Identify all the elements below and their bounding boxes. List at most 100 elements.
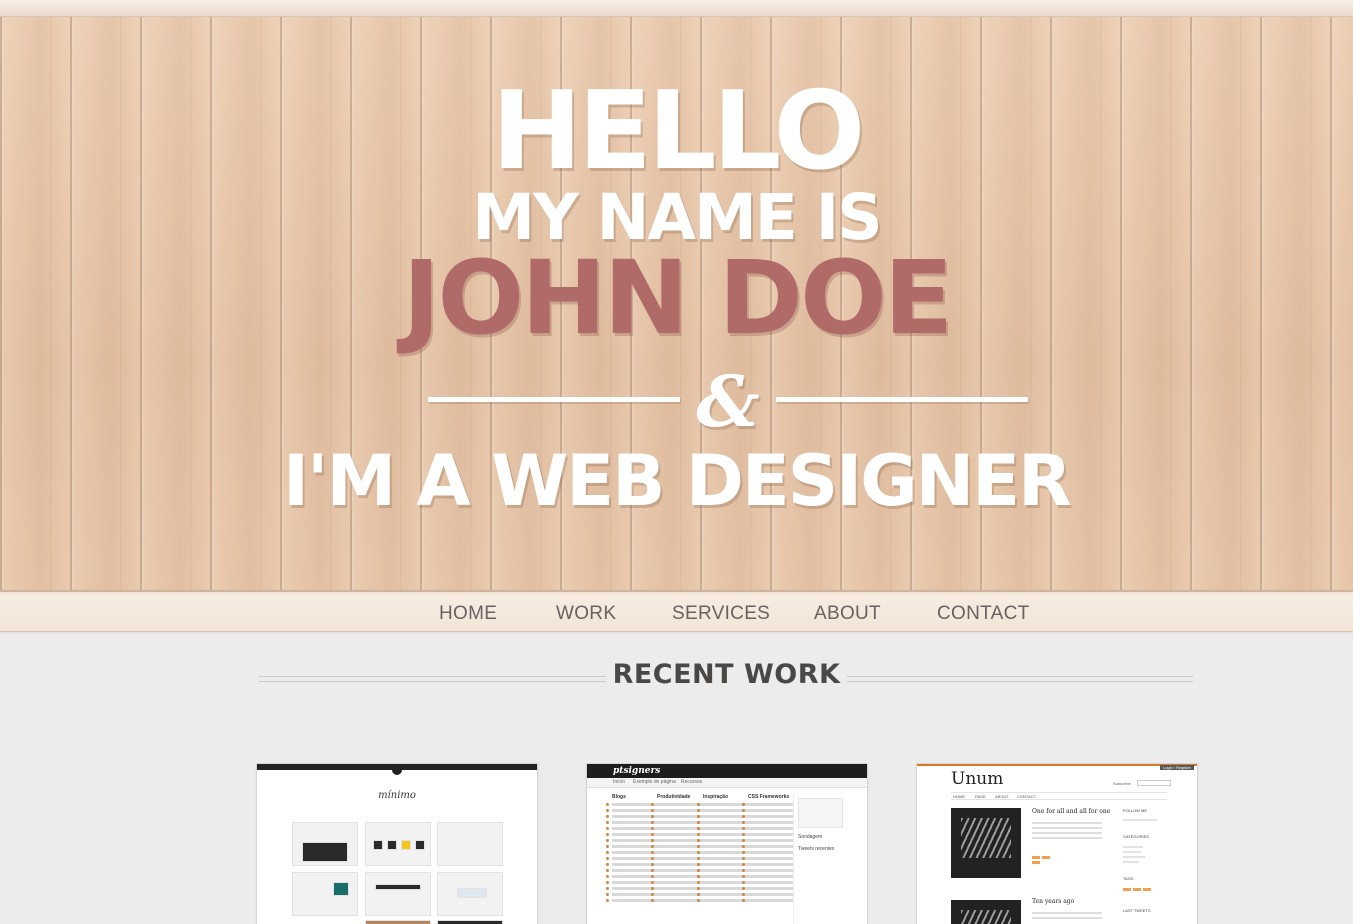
thumb-sidebar-title: CATEGORIES [1123,834,1149,839]
hero-banner: HELLO MY NAME IS JOHN DOE & I'M A WEB DE… [0,17,1353,590]
thumb-tile [375,884,421,890]
thumb-sidebar-line [1123,861,1139,863]
thumb-tag [1032,856,1040,859]
section-divider-left [259,676,606,682]
thumb-subnav-link: Recursos [681,779,703,785]
thumb-sidebar-title: FOLLOW ME [1123,808,1148,813]
thumb-line [742,863,794,866]
thumb-nav-link: CONTACT [1017,794,1037,799]
thumb-line [742,899,794,902]
thumb-nav-link: PAGE [975,794,986,799]
thumb-text-line [1032,832,1102,834]
thumb-text-line [1032,827,1102,829]
thumb-tag [1123,888,1131,891]
thumb-post-image [951,900,1021,924]
thumb-ad-box [798,798,843,828]
thumb-sidebar-line [1123,851,1141,853]
thumb-sidebar-line [1123,856,1145,858]
thumb-text-line [1032,837,1102,839]
thumb-tag [1042,856,1050,859]
thumb-text-line [1032,912,1102,914]
thumb-column-title: CSS Frameworks [748,794,790,800]
thumb-line [742,815,794,818]
thumb-tile [333,882,349,896]
thumb-logo: Unum [951,769,1004,789]
hero-hello: HELLO [491,69,866,194]
thumb-post-image [951,808,1021,878]
thumb-line [742,821,794,824]
thumb-line [742,809,794,812]
thumb-post-title: Ten years ago [1032,898,1075,905]
hero-role: I'M A WEB DESIGNER [283,440,1072,522]
thumb-column: CSS Frameworks [742,794,794,924]
thumb-sidebar-line [1123,846,1143,848]
hero-ampersand-divider: & [428,360,1028,443]
thumb-column-title: Blogs [612,794,626,800]
main-nav: HOME WORK SERVICES ABOUT CONTACT [0,590,1353,632]
work-thumb-ptsigners[interactable]: ptsigners Início Exemplo de página Recur… [586,763,868,924]
section-divider-right [847,676,1193,682]
thumb-line [742,893,794,896]
thumb-subnav-link: Exemplo de página [633,779,676,785]
thumb-text-line [1032,822,1102,824]
thumb-tile [437,822,503,866]
thumb-sidebar-title: Sondagem [798,834,823,840]
hero-ampersand: & [696,360,760,443]
thumb-sidebar-line [1123,819,1157,821]
thumb-tag [1133,888,1141,891]
hero-content: HELLO MY NAME IS JOHN DOE & I'M A WEB DE… [0,17,1353,590]
thumb-subnav: Início Exemplo de página Recursos [587,778,867,788]
section-title: RECENT WORK [612,659,841,690]
thumb-tag [1032,861,1040,864]
thumb-login-link: Login / Register [1159,765,1194,770]
thumb-tile [387,840,397,850]
thumb-search-box [1137,780,1171,786]
thumb-tile [415,840,425,850]
nav-work[interactable]: WORK [556,603,616,625]
thumb-tile [373,840,383,850]
thumb-subscribe: Subscribe [1113,781,1131,786]
nav-home[interactable]: HOME [439,603,497,625]
thumb-line [742,851,794,854]
thumb-logo: mínimo [378,790,416,801]
thumb-sidebar-title: TAGS [1123,876,1134,881]
thumb-tile [401,840,411,850]
top-strip [0,0,1353,17]
thumb-line [742,881,794,884]
thumb-line [742,845,794,848]
thumb-line [742,857,794,860]
thumb-line [742,827,794,830]
thumb-text-line [1032,917,1102,919]
divider-line-right [776,397,1028,402]
thumb-subnav-link: Início [613,779,625,785]
thumb-nav-link: ABOUT [995,794,1009,799]
thumb-tag [1143,888,1151,891]
thumb-line [742,833,794,836]
thumb-line [742,839,794,842]
thumb-column-title: Inspiração [703,794,729,800]
thumb-sidebar-title: LAST TWEETS [1123,908,1151,913]
thumb-logo: ptsigners [613,766,661,776]
thumb-accent-bar [917,764,1197,766]
nav-contact[interactable]: CONTACT [937,603,1030,625]
nav-services[interactable]: SERVICES [672,603,770,625]
thumb-sidebar: Sondagem Tweets recentes [793,794,847,924]
thumb-tile [365,920,431,924]
thumb-notch [392,767,402,775]
thumb-tile [302,842,348,862]
hero-name: JOHN DOE [402,239,954,358]
thumb-column-title: Produtividade [657,794,691,800]
thumb-line [742,869,794,872]
nav-about[interactable]: ABOUT [814,603,881,625]
work-thumb-unum[interactable]: Login / Register Unum Subscribe HOME PAG… [916,763,1198,924]
thumb-nav: HOME PAGE ABOUT CONTACT [951,792,1167,800]
divider-line-left [428,397,680,402]
thumb-line [742,887,794,890]
thumb-post-title: One for all and all for one [1032,808,1111,815]
work-thumb-minimo[interactable]: mínimo [256,763,538,924]
thumb-tile [457,888,487,898]
thumb-nav-link: HOME [953,794,965,799]
thumb-line [742,803,794,806]
thumb-tile [437,920,503,924]
thumb-line [742,875,794,878]
